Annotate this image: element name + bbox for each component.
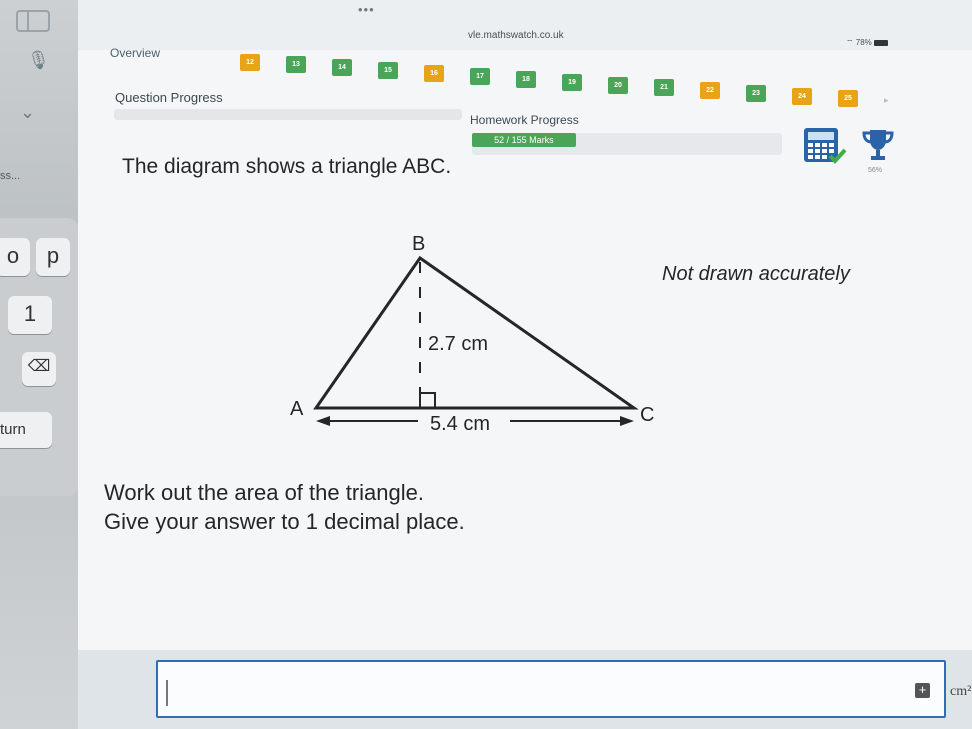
vertex-b-label: B bbox=[412, 233, 425, 255]
vertex-c-label: C bbox=[640, 404, 654, 426]
key-1[interactable]: 1 bbox=[8, 296, 52, 334]
instruction-line-2: Give your answer to 1 decimal place. bbox=[104, 509, 465, 534]
side-panel: 🎙 ⌄ ss... o p 1 ⌫ turn bbox=[0, 0, 82, 729]
chevron-down-icon[interactable]: ⌄ bbox=[20, 102, 35, 123]
answer-input[interactable] bbox=[156, 660, 946, 718]
keyboard: o p 1 ⌫ turn bbox=[0, 218, 78, 496]
text-caret bbox=[166, 680, 168, 706]
answer-area bbox=[78, 650, 972, 729]
return-key[interactable]: turn bbox=[0, 412, 52, 448]
base-arrowhead-right bbox=[620, 416, 634, 426]
page: ••• vle.mathswatch.co.uk ⌔ 78% Overview … bbox=[78, 0, 972, 729]
answer-unit: cm² bbox=[950, 684, 972, 699]
height-label: 2.7 cm bbox=[428, 333, 488, 355]
plus-icon[interactable]: + bbox=[915, 683, 930, 698]
sidebar-toggle-icon[interactable] bbox=[16, 10, 50, 32]
right-angle-marker bbox=[419, 392, 436, 409]
triangle-diagram: B A C 2.7 cm 5.4 cm bbox=[290, 233, 654, 435]
base-label: 5.4 cm bbox=[430, 413, 490, 435]
delete-key-icon[interactable]: ⌫ bbox=[22, 352, 56, 386]
key-p[interactable]: p bbox=[36, 238, 70, 276]
vertex-a-label: A bbox=[290, 398, 304, 420]
instruction-line-1: Work out the area of the triangle. bbox=[104, 480, 424, 505]
base-arrowhead-left bbox=[316, 416, 330, 426]
truncated-label: ss... bbox=[0, 170, 21, 182]
microphone-icon[interactable]: 🎙 bbox=[27, 50, 50, 71]
key-o[interactable]: o bbox=[0, 238, 30, 276]
